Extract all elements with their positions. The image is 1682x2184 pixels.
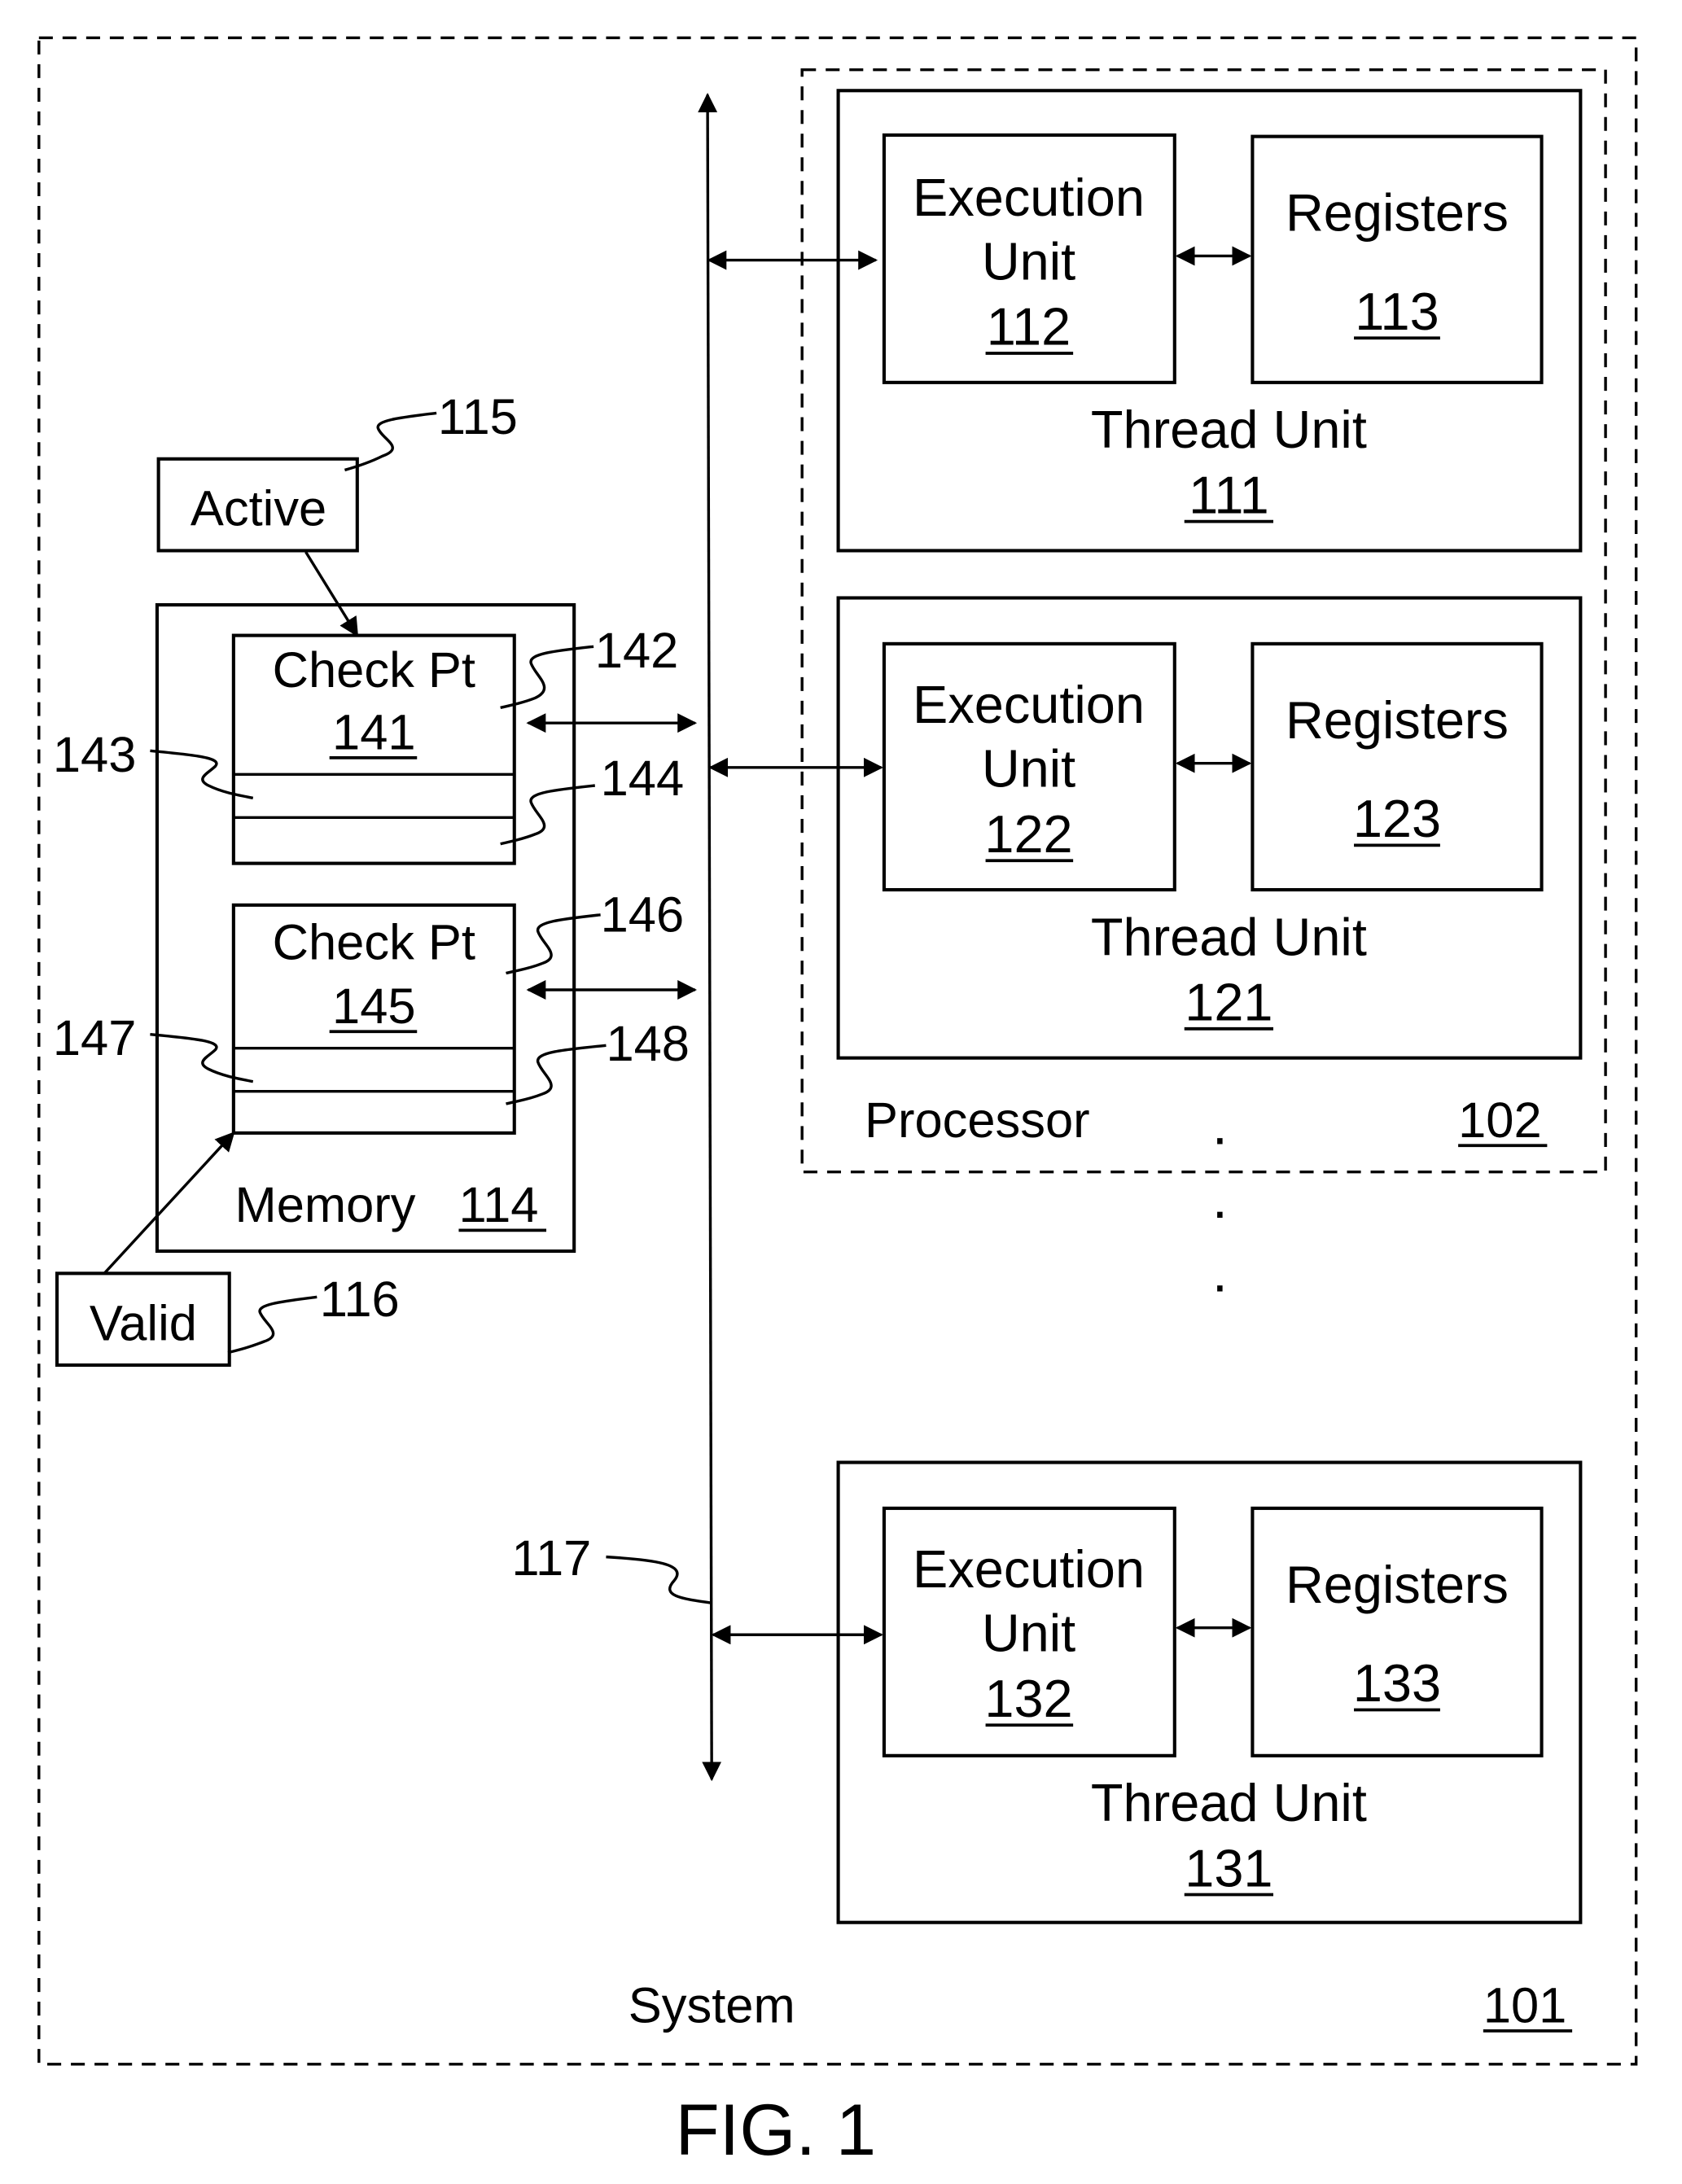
unit-label: Unit [982,739,1075,799]
callout-146: 146 [601,886,685,943]
checkpoint-ref: 145 [332,978,416,1035]
registers-ref: 113 [1355,282,1439,341]
checkpoint-141: Check Pt 141 [231,633,516,865]
checkpoint-label: Check Pt [273,642,475,698]
registers-ref: 123 [1353,789,1441,848]
processor-ref: 102 [1458,1092,1542,1149]
thread-unit-131: Execution Unit 132 Registers 133 Thread … [836,1460,1583,1924]
callout-147-line [150,1032,254,1083]
registers-label: Registers [1286,183,1509,243]
bus-117 [698,93,722,1782]
thread-unit-label: Thread Unit [1091,400,1367,459]
registers-113 [1251,134,1544,384]
processor-label: Processor [865,1092,1090,1149]
registers-123 [1251,641,1544,892]
execution-unit-ref: 122 [984,804,1072,864]
execution-label: Execution [913,1539,1145,1599]
thread-unit-ref: 131 [1185,1838,1272,1897]
patent-diagram: System 101 Processor 102 Execution Unit … [37,36,1638,2170]
bus-callout-line [606,1555,711,1604]
checkpoint-ref: 141 [332,705,416,761]
valid-label: Valid [90,1295,197,1351]
thread-unit-label: Thread Unit [1091,1773,1367,1832]
thread-unit-ref: 121 [1185,973,1272,1032]
callout-143: 143 [53,727,137,783]
ellipsis-dot: . [1212,1095,1228,1157]
checkpoint-label: Check Pt [273,914,475,970]
registers-133 [1251,1506,1544,1757]
figure-caption: FIG. 1 [675,2090,876,2170]
callout-146-line [506,913,601,975]
callout-116: 116 [320,1271,400,1328]
thread-unit-111: Execution Unit 112 Registers 113 Thread … [836,89,1583,553]
thread-unit-label: Thread Unit [1091,907,1367,966]
unit-label: Unit [982,1604,1075,1663]
callout-142: 142 [595,623,679,679]
callout-147: 147 [53,1010,137,1066]
execution-unit-ref: 132 [984,1669,1072,1728]
system-label: System [629,1978,795,2034]
active-to-checkpoint-arrow [304,551,359,637]
registers-ref: 133 [1353,1653,1441,1713]
registers-label: Registers [1286,690,1509,750]
execution-unit-ref: 112 [987,297,1071,357]
bus-ref: 117 [511,1530,591,1587]
callout-144: 144 [601,751,685,807]
callout-115: 115 [438,389,518,445]
execution-label: Execution [913,675,1145,734]
memory-label: Memory [235,1177,416,1233]
unit-label: Unit [982,232,1075,291]
callout-148: 148 [606,1016,690,1072]
memory-ref: 114 [458,1177,538,1233]
registers-label: Registers [1286,1555,1509,1614]
active-label: Active [191,481,326,537]
system-ref: 101 [1483,1978,1567,2034]
callout-116-line [227,1295,318,1355]
checkpoint-145: Check Pt 145 [231,903,516,1135]
ellipsis-dot: . [1212,1168,1228,1230]
execution-label: Execution [913,168,1145,227]
callout-148-line [506,1044,607,1105]
thread-unit-ref: 111 [1189,465,1269,524]
thread-unit-121: Execution Unit 122 Registers 123 Thread … [836,596,1583,1060]
ellipsis-dot: . [1212,1242,1228,1304]
